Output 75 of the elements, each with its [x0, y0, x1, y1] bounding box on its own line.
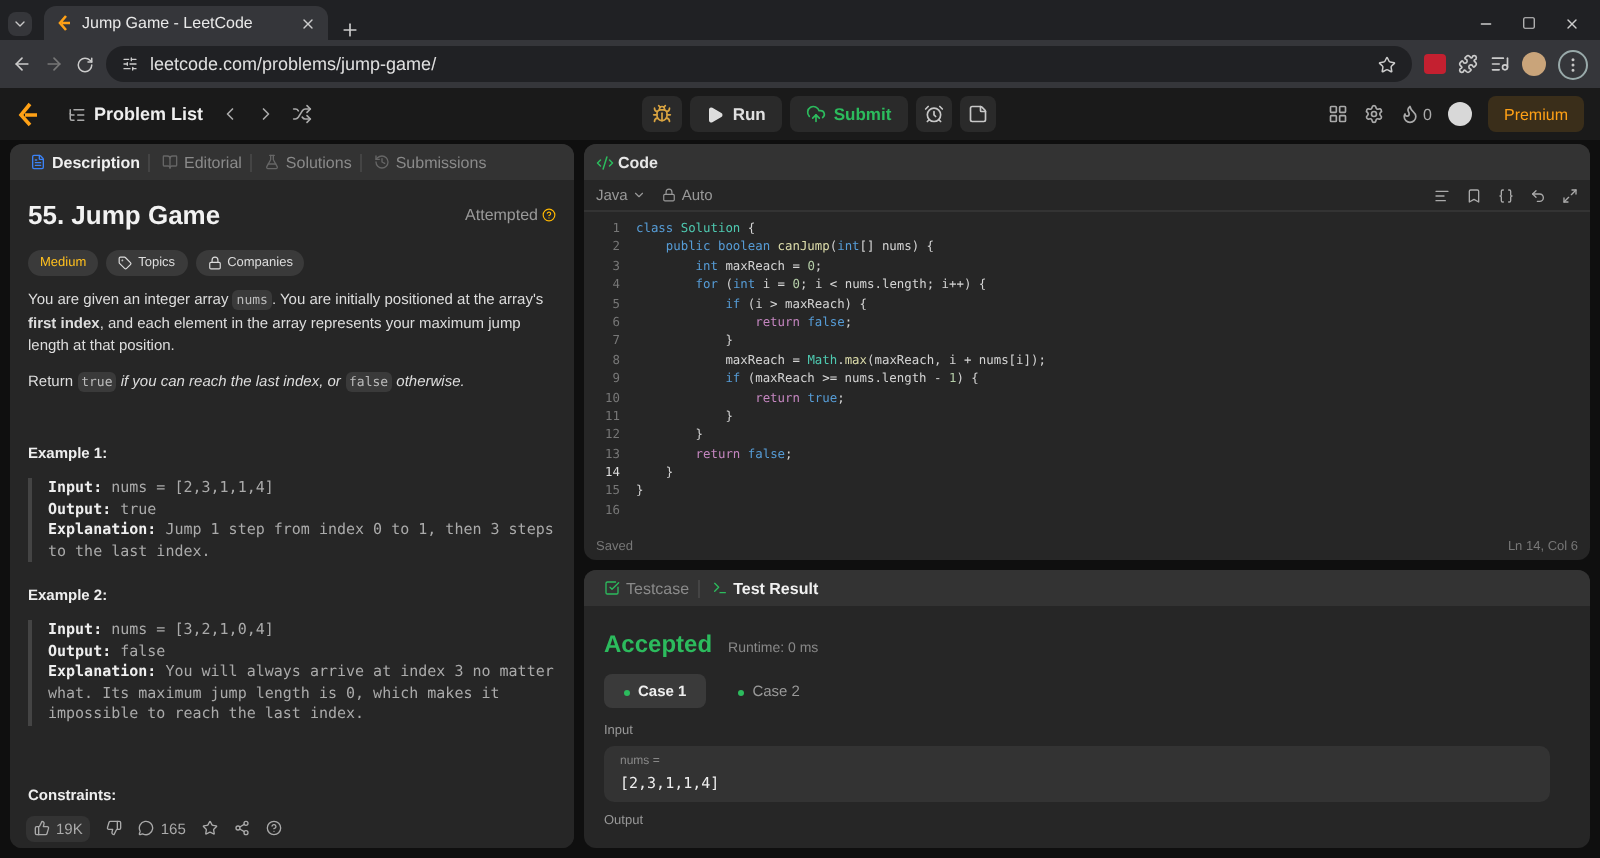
lock-icon — [661, 188, 676, 202]
reload-icon[interactable] — [76, 55, 94, 73]
forward-icon[interactable] — [44, 54, 64, 74]
address-bar[interactable]: leetcode.com/problems/jump-game/ — [106, 46, 1412, 82]
browser-tab[interactable]: Jump Game - LeetCode — [44, 6, 328, 40]
tag-icon — [118, 256, 133, 270]
tab-list-button[interactable] — [8, 12, 32, 36]
url-text: leetcode.com/problems/jump-game/ — [150, 54, 439, 74]
note-button[interactable] — [959, 96, 996, 132]
panel-title: Code — [618, 153, 658, 171]
user-avatar[interactable] — [1447, 102, 1472, 126]
tab-title: Jump Game - LeetCode — [82, 14, 255, 32]
problem-list-link[interactable]: Problem List — [94, 104, 204, 124]
braces-icon[interactable] — [1498, 187, 1514, 203]
panel-tab[interactable]: Description — [22, 153, 151, 171]
list-icon — [68, 105, 86, 123]
book-icon — [162, 154, 179, 170]
flame-icon — [1399, 104, 1420, 124]
alarm-clock-icon — [923, 104, 944, 124]
format-icon[interactable] — [1434, 187, 1450, 203]
document-icon — [30, 154, 46, 170]
terminal-icon — [711, 580, 728, 596]
site-logo-icon — [56, 14, 72, 32]
thumbs-up-icon — [34, 820, 50, 836]
star-icon[interactable] — [201, 820, 218, 836]
note-icon — [967, 104, 988, 124]
run-button[interactable]: Run — [690, 96, 782, 132]
bookmark-star-icon[interactable] — [1378, 55, 1396, 73]
reset-icon[interactable] — [1530, 187, 1546, 203]
verdict-text: Accepted — [604, 630, 713, 658]
back-icon[interactable] — [12, 54, 32, 74]
status-label: Attempted — [465, 206, 538, 224]
settings-icon[interactable] — [1363, 104, 1384, 124]
menu-button[interactable] — [1558, 49, 1588, 79]
profile-avatar[interactable] — [1522, 52, 1546, 76]
passed-dot — [738, 689, 745, 696]
chevron-icon — [631, 188, 646, 202]
bookmark-icon[interactable] — [1466, 187, 1482, 203]
site-settings-icon — [122, 56, 138, 72]
submit-button[interactable]: Submit — [789, 96, 908, 132]
cloud-upload-icon — [805, 104, 826, 124]
attempted-icon — [542, 208, 556, 222]
panel-tab[interactable]: Test Result — [703, 579, 827, 597]
code-icon — [596, 153, 614, 171]
expand-icon[interactable] — [1562, 187, 1578, 203]
checkbox-icon — [604, 580, 620, 596]
maximize-icon[interactable] — [1522, 16, 1536, 30]
extensions-icon[interactable] — [1458, 54, 1478, 74]
panel-tab[interactable]: Submissions — [365, 153, 495, 171]
media-icon[interactable] — [1490, 54, 1510, 74]
panel-tab[interactable]: Editorial — [154, 153, 252, 171]
shuffle-icon[interactable] — [291, 104, 312, 124]
chevron-icon — [12, 16, 28, 32]
close-icon[interactable] — [300, 15, 316, 31]
problem-title: 55. Jump Game — [28, 200, 221, 230]
leetcode-logo[interactable] — [16, 101, 40, 127]
panel-tab[interactable]: Testcase — [596, 579, 700, 597]
play-icon — [706, 105, 725, 123]
new-tab-icon[interactable] — [340, 20, 360, 40]
passed-dot — [624, 689, 630, 696]
dislike-icon[interactable] — [106, 820, 123, 836]
panel-tab[interactable]: Solutions — [255, 153, 362, 171]
timer-button[interactable] — [915, 96, 952, 132]
share-icon[interactable] — [233, 820, 250, 836]
flask-icon — [263, 154, 280, 170]
comment-icon[interactable] — [138, 820, 155, 836]
streak-count: 0 — [1423, 105, 1432, 123]
bug-icon — [652, 104, 673, 124]
close-icon[interactable] — [1564, 16, 1580, 32]
premium-button[interactable]: Premium — [1487, 96, 1584, 132]
lock-icon — [207, 256, 222, 270]
help-icon[interactable] — [265, 820, 282, 836]
history-icon — [373, 154, 390, 170]
debug-button[interactable] — [642, 96, 683, 132]
layout-icon[interactable] — [1327, 104, 1348, 124]
